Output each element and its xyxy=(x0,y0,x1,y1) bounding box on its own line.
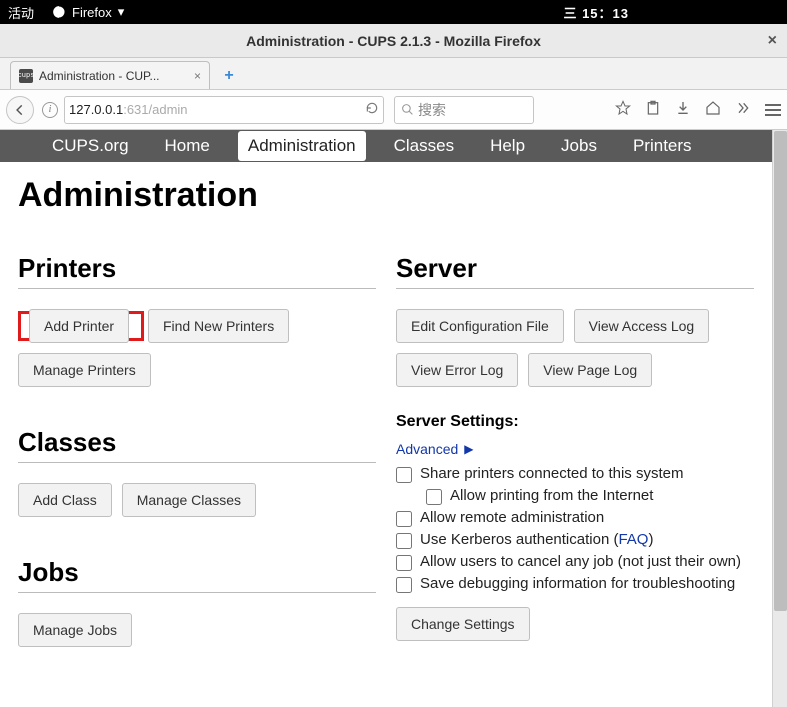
jobs-heading: Jobs xyxy=(18,557,376,593)
edit-configuration-button[interactable]: Edit Configuration File xyxy=(396,309,564,343)
classes-heading: Classes xyxy=(18,427,376,463)
add-class-button[interactable]: Add Class xyxy=(18,483,112,517)
server-heading: Server xyxy=(396,253,754,289)
tab-favicon: cups xyxy=(19,69,33,83)
view-access-log-button[interactable]: View Access Log xyxy=(574,309,710,343)
tab-strip: cups Administration - CUP... × + xyxy=(0,58,787,90)
manage-classes-button[interactable]: Manage Classes xyxy=(122,483,256,517)
manage-printers-button[interactable]: Manage Printers xyxy=(18,353,151,387)
nav-home[interactable]: Home xyxy=(157,131,218,161)
left-column: Printers Add Printer Find New Printers M… xyxy=(18,253,376,687)
view-error-log-button[interactable]: View Error Log xyxy=(396,353,518,387)
search-placeholder: 搜索 xyxy=(418,100,446,120)
clock[interactable]: 三 15：13 xyxy=(563,3,629,22)
firefox-icon xyxy=(52,5,66,19)
bookmark-star-button[interactable] xyxy=(615,100,631,119)
app-menu-label: Firefox xyxy=(72,5,112,20)
nav-cupsorg[interactable]: CUPS.org xyxy=(44,131,137,161)
page-title: Administration xyxy=(18,176,754,215)
download-icon xyxy=(675,100,691,116)
app-menu[interactable]: Firefox ▾ xyxy=(52,4,124,20)
url-path: :631/admin xyxy=(123,102,187,117)
window-title: Administration - CUPS 2.1.3 - Mozilla Fi… xyxy=(246,33,541,49)
url-bar[interactable]: 127.0.0.1:631/admin xyxy=(64,96,384,124)
library-button[interactable] xyxy=(645,100,661,119)
share-printers-label: Share printers connected to this system xyxy=(420,465,683,482)
back-button[interactable] xyxy=(6,96,34,124)
activities-button[interactable]: 活动 xyxy=(8,3,34,22)
view-page-log-button[interactable]: View Page Log xyxy=(528,353,652,387)
nav-toolbar: i 127.0.0.1:631/admin 搜索 xyxy=(0,90,787,130)
highlight-box: Add Printer xyxy=(18,311,144,341)
star-icon xyxy=(615,100,631,116)
reload-button[interactable] xyxy=(365,101,379,118)
save-debug-checkbox[interactable] xyxy=(396,577,412,593)
chevron-down-icon: ▾ xyxy=(118,4,125,20)
allow-cancel-label: Allow users to cancel any job (not just … xyxy=(420,553,741,570)
new-tab-button[interactable]: + xyxy=(220,67,238,85)
home-icon xyxy=(705,100,721,116)
allow-internet-label: Allow printing from the Internet xyxy=(450,487,653,504)
manage-jobs-button[interactable]: Manage Jobs xyxy=(18,613,132,647)
hamburger-icon xyxy=(765,104,781,106)
nav-printers[interactable]: Printers xyxy=(625,131,700,161)
nav-administration[interactable]: Administration xyxy=(238,131,366,161)
find-new-printers-button[interactable]: Find New Printers xyxy=(148,309,289,343)
clipboard-icon xyxy=(645,100,661,116)
kerberos-checkbox[interactable] xyxy=(396,533,412,549)
reload-icon xyxy=(365,101,379,115)
tab-close-button[interactable]: × xyxy=(194,69,201,83)
search-icon xyxy=(401,103,414,116)
add-printer-button[interactable]: Add Printer xyxy=(29,309,129,343)
arrow-left-icon xyxy=(13,103,27,117)
share-printers-checkbox[interactable] xyxy=(396,467,412,483)
printers-heading: Printers xyxy=(18,253,376,289)
browser-tab[interactable]: cups Administration - CUP... × xyxy=(10,61,210,89)
nav-help[interactable]: Help xyxy=(482,131,533,161)
toolbar-icons xyxy=(615,100,781,119)
triangle-right-icon: ▶ xyxy=(464,442,473,456)
remote-admin-checkbox[interactable] xyxy=(396,511,412,527)
site-nav: CUPS.org Home Administration Classes Hel… xyxy=(0,130,772,162)
scrollbar-thumb[interactable] xyxy=(774,131,787,611)
url-host: 127.0.0.1 xyxy=(69,102,123,117)
chevron-double-right-icon xyxy=(735,100,751,116)
window-titlebar: Administration - CUPS 2.1.3 - Mozilla Fi… xyxy=(0,24,787,58)
server-settings-heading: Server Settings: xyxy=(396,413,754,431)
advanced-link[interactable]: Advanced ▶ xyxy=(396,441,754,457)
site-info-icon[interactable]: i xyxy=(42,102,58,118)
faq-link[interactable]: FAQ xyxy=(618,531,648,548)
advanced-label: Advanced xyxy=(396,441,458,457)
save-debug-label: Save debugging information for troublesh… xyxy=(420,575,735,592)
allow-cancel-checkbox[interactable] xyxy=(396,555,412,571)
overflow-button[interactable] xyxy=(735,100,751,119)
app-menu-button[interactable] xyxy=(765,104,781,116)
downloads-button[interactable] xyxy=(675,100,691,119)
change-settings-button[interactable]: Change Settings xyxy=(396,607,530,641)
allow-internet-checkbox[interactable] xyxy=(426,489,442,505)
search-bar[interactable]: 搜索 xyxy=(394,96,534,124)
vertical-scrollbar[interactable] xyxy=(772,130,787,707)
kerberos-label: Use Kerberos authentication (FAQ) xyxy=(420,531,653,548)
window-close-button[interactable]: × xyxy=(768,32,777,50)
home-button[interactable] xyxy=(705,100,721,119)
nav-jobs[interactable]: Jobs xyxy=(553,131,605,161)
tab-title: Administration - CUP... xyxy=(39,69,160,83)
nav-classes[interactable]: Classes xyxy=(386,131,462,161)
right-column: Server Edit Configuration File View Acce… xyxy=(396,253,754,687)
desktop-topbar: 活动 Firefox ▾ 三 15：13 xyxy=(0,0,787,24)
remote-admin-label: Allow remote administration xyxy=(420,509,604,526)
